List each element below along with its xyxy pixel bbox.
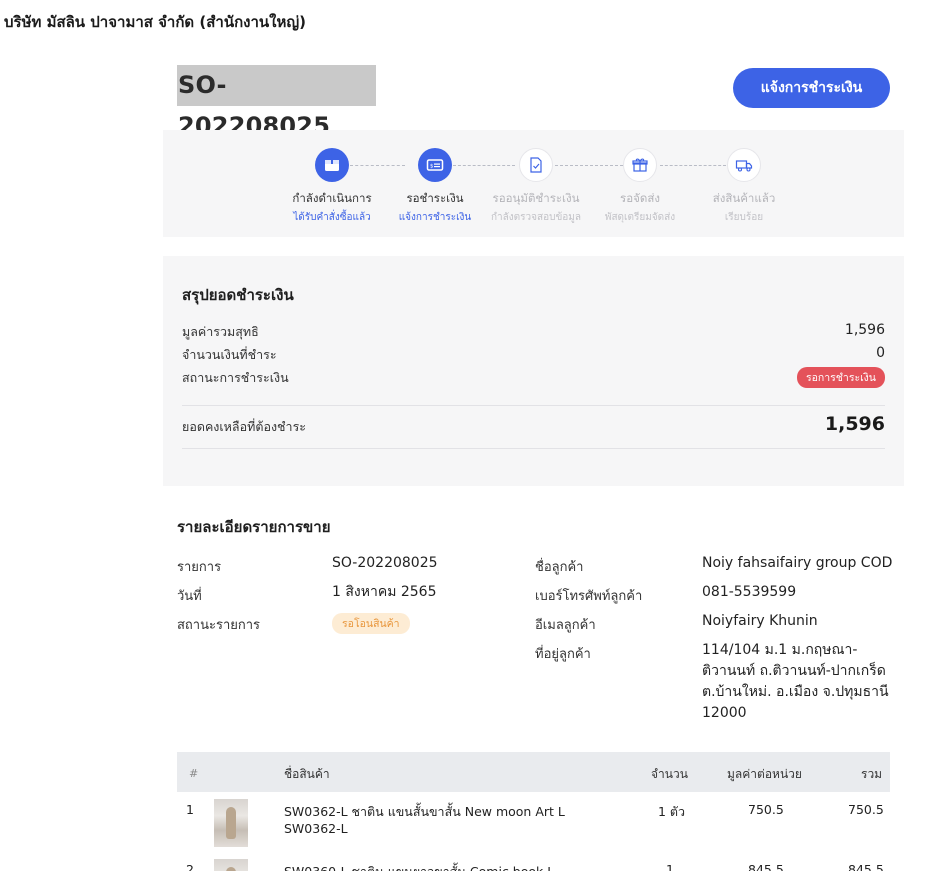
step-title: รอชำระเงิน bbox=[406, 191, 464, 205]
step-subtitle: แจ้งการชำระเงิน bbox=[398, 212, 472, 223]
payment-card-icon: $ bbox=[418, 148, 452, 182]
customer-name-label: ชื่อลูกค้า bbox=[535, 560, 584, 575]
step-shipped: ส่งสินค้าแล้ว เรียบร้อย bbox=[694, 148, 794, 225]
step-title: กำลังดำเนินการ bbox=[292, 191, 372, 205]
col-unit-price: มูลค่าต่อหน่วย bbox=[727, 767, 802, 781]
product-sku: SW0362-L bbox=[284, 821, 348, 836]
customer-phone-value: 081-5539599 bbox=[702, 584, 797, 600]
col-total: รวม bbox=[861, 767, 883, 781]
address-line: ติวานนท์ ถ.ติวานนท์-ปากเกร็ด bbox=[702, 663, 886, 679]
product-quantity: 1 ตัว bbox=[658, 804, 686, 819]
address-line: ต.บ้านใหม่. อ.เมือง จ.ปทุมธานี bbox=[702, 684, 889, 700]
product-total: 845.5 bbox=[848, 862, 884, 871]
product-table-header: # ชื่อสินค้า จำนวน มูลค่าต่อหน่วย รวม bbox=[177, 752, 890, 792]
address-line: 12000 bbox=[702, 705, 747, 721]
customer-name-value: Noiy fahsaifairy group COD bbox=[702, 555, 893, 571]
step-processing: กำลังดำเนินการ ได้รับคำสั่งซื้อแล้ว bbox=[282, 148, 382, 225]
package-icon bbox=[623, 148, 657, 182]
payment-status-label: สถานะการชำระเงิน bbox=[182, 370, 289, 385]
item-value: SO-202208025 bbox=[332, 555, 438, 571]
order-progress-steps: กำลังดำเนินการ ได้รับคำสั่งซื้อแล้ว $ รอ… bbox=[163, 130, 904, 237]
paid-amount-value: 0 bbox=[876, 345, 885, 361]
date-value: 1 สิงหาคม 2565 bbox=[332, 584, 437, 600]
product-name: SW0360-L ชาติน แขนยาวขาสั้น Comic book L bbox=[284, 862, 554, 871]
svg-text:$: $ bbox=[430, 164, 434, 170]
summary-title: สรุปยอดชำระเงิน bbox=[182, 286, 294, 304]
summary-divider bbox=[182, 448, 885, 449]
step-subtitle: พัสดุเตรียมจัดส่ง bbox=[604, 212, 676, 223]
paid-amount-row: จำนวนเงินที่ชำระ 0 bbox=[182, 345, 885, 365]
row-number: 2 bbox=[186, 862, 194, 871]
summary-divider bbox=[182, 405, 885, 406]
product-quantity: 1 bbox=[666, 862, 674, 871]
product-thumbnail[interactable] bbox=[214, 799, 248, 847]
item-label: รายการ bbox=[177, 560, 222, 575]
row-number: 1 bbox=[186, 802, 194, 817]
customer-email-label: อีเมลลูกค้า bbox=[535, 618, 596, 633]
step-subtitle: เรียบร้อย bbox=[724, 212, 764, 223]
net-total-label: มูลค่ารวมสุทธิ bbox=[182, 324, 259, 339]
balance-row: ยอดคงเหลือที่ต้องชำระ 1,596 bbox=[182, 413, 885, 437]
customer-address-label: ที่อยู่ลูกค้า bbox=[535, 647, 591, 662]
step-subtitle: ได้รับคำสั่งซื้อแล้ว bbox=[293, 212, 371, 223]
product-name: SW0362-L ชาติน แขนสั้นขาสั้น New moon Ar… bbox=[284, 804, 565, 819]
balance-value: 1,596 bbox=[824, 413, 885, 435]
paid-amount-label: จำนวนเงินที่ชำระ bbox=[182, 347, 277, 362]
step-title: รอจัดส่ง bbox=[620, 191, 660, 205]
product-unit-price: 750.5 bbox=[748, 802, 784, 817]
truck-icon bbox=[727, 148, 761, 182]
step-subtitle: กำลังตรวจสอบข้อมูล bbox=[490, 212, 582, 223]
product-unit-price: 845.5 bbox=[748, 862, 784, 871]
col-product-name: ชื่อสินค้า bbox=[284, 767, 330, 781]
date-label: วันที่ bbox=[177, 589, 202, 604]
box-icon bbox=[315, 148, 349, 182]
document-check-icon bbox=[519, 148, 553, 182]
balance-label: ยอดคงเหลือที่ต้องชำระ bbox=[182, 419, 306, 434]
notify-payment-button[interactable]: แจ้งการชำระเงิน bbox=[733, 68, 890, 108]
order-id-title: SO-202208025 bbox=[177, 65, 376, 140]
sale-details-title: รายละเอียดรายการขาย bbox=[177, 518, 331, 536]
customer-address-value: 114/104 ม.1 ม.กฤษณา- ติวานนท์ ถ.ติวานนท์… bbox=[702, 640, 889, 724]
company-name: บริษัท มัสลิน ปาจามาส จำกัด (สำนักงานใหญ… bbox=[4, 13, 307, 31]
customer-phone-label: เบอร์โทรศัพท์ลูกค้า bbox=[535, 589, 643, 604]
payment-status-badge: รอการชำระเงิน bbox=[796, 367, 885, 388]
step-awaiting-payment: $ รอชำระเงิน แจ้งการชำระเงิน bbox=[385, 148, 485, 225]
product-thumbnail[interactable] bbox=[214, 859, 248, 871]
net-total-value: 1,596 bbox=[844, 322, 885, 338]
step-title: รออนุมัติชำระเงิน bbox=[492, 191, 580, 205]
customer-email-value: Noiyfairy Khunin bbox=[702, 613, 818, 629]
payment-status-row: สถานะการชำระเงิน รอการชำระเงิน bbox=[182, 367, 885, 388]
col-number: # bbox=[189, 767, 199, 780]
payment-summary-panel: สรุปยอดชำระเงิน มูลค่ารวมสุทธิ 1,596 จำน… bbox=[163, 256, 904, 486]
address-line: 114/104 ม.1 ม.กฤษณา- bbox=[702, 642, 858, 658]
order-status-label: สถานะรายการ bbox=[177, 618, 261, 633]
order-status-badge: รอโอนสินค้า bbox=[332, 613, 410, 634]
product-total: 750.5 bbox=[848, 802, 884, 817]
col-quantity: จำนวน bbox=[651, 767, 688, 781]
step-title: ส่งสินค้าแล้ว bbox=[712, 191, 776, 205]
step-awaiting-shipment: รอจัดส่ง พัสดุเตรียมจัดส่ง bbox=[590, 148, 690, 225]
step-awaiting-approval: รออนุมัติชำระเงิน กำลังตรวจสอบข้อมูล bbox=[486, 148, 586, 225]
net-total-row: มูลค่ารวมสุทธิ 1,596 bbox=[182, 322, 885, 342]
